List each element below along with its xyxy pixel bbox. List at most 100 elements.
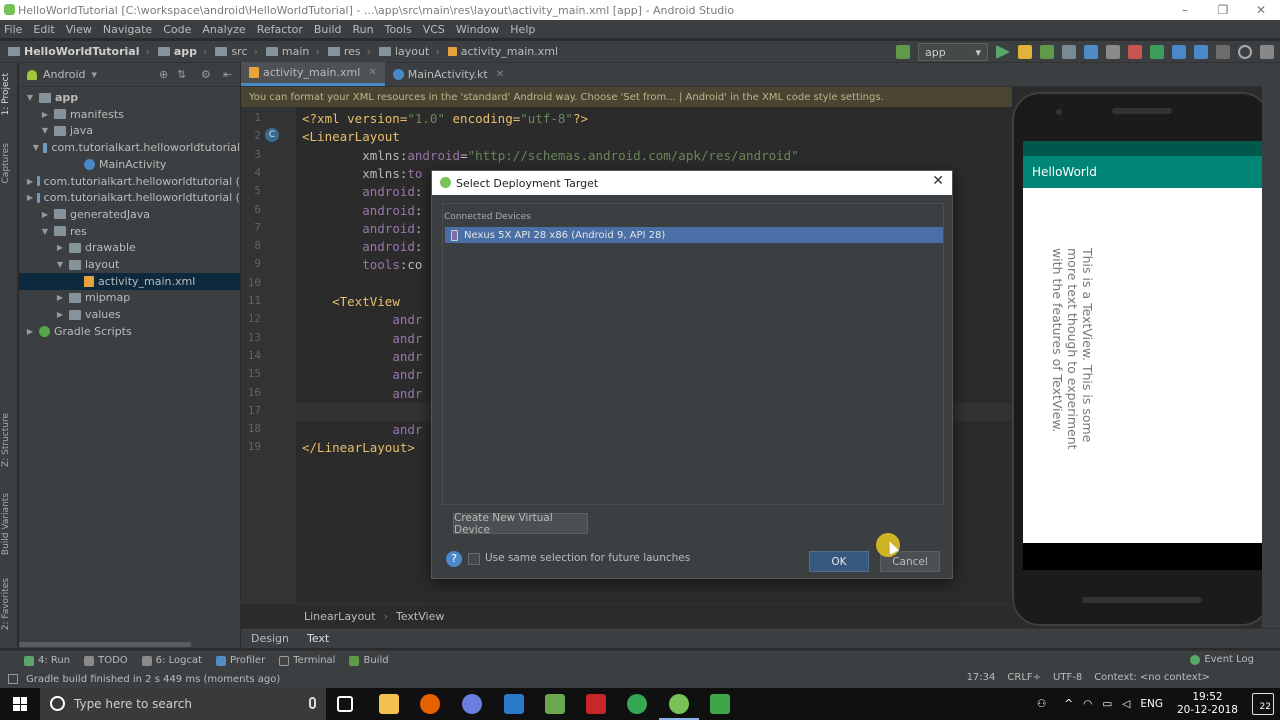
- apply-changes-icon[interactable]: [1018, 45, 1032, 59]
- code-line[interactable]: </LinearLayout>: [302, 440, 415, 455]
- status-message[interactable]: Gradle build finished in 2 s 449 ms (mom…: [26, 674, 280, 685]
- action-center-icon[interactable]: 22: [1252, 693, 1274, 715]
- tool-build[interactable]: Build: [349, 655, 389, 666]
- same-selection-label[interactable]: Use same selection for future launches: [485, 552, 690, 564]
- vscode-icon[interactable]: [504, 694, 524, 714]
- menu-tools[interactable]: Tools: [385, 23, 412, 36]
- code-line[interactable]: xmlns:to: [302, 166, 422, 181]
- expanded-arrow-icon[interactable]: ▼: [33, 143, 39, 152]
- taskbar-search[interactable]: Type here to search: [40, 688, 326, 720]
- profile-icon[interactable]: [1084, 45, 1098, 59]
- tree-item[interactable]: activity_main.xml: [19, 272, 240, 290]
- editor-app-icon[interactable]: [545, 694, 565, 714]
- menu-view[interactable]: View: [66, 23, 92, 36]
- file-encoding[interactable]: UTF-8: [1053, 672, 1082, 683]
- tree-item[interactable]: ▼ java: [19, 122, 240, 139]
- same-selection-checkbox[interactable]: [468, 553, 480, 565]
- expanded-arrow-icon[interactable]: ▼: [40, 227, 50, 236]
- tab-text[interactable]: Text: [307, 632, 329, 645]
- project-structure-icon[interactable]: [1216, 45, 1230, 59]
- code-line[interactable]: andr: [302, 367, 422, 382]
- tab-build-variants[interactable]: Build Variants: [1, 493, 17, 555]
- filezilla-icon[interactable]: [586, 694, 606, 714]
- expanded-arrow-icon[interactable]: ▼: [25, 93, 35, 102]
- tree-item[interactable]: ▼ layout: [19, 256, 240, 273]
- breadcrumb-res[interactable]: res ›: [327, 45, 371, 58]
- panel-toggle-icon[interactable]: [8, 674, 18, 684]
- run-icon[interactable]: [996, 45, 1010, 59]
- close-tab-icon[interactable]: ✕: [496, 69, 504, 80]
- context-indicator[interactable]: Context: <no context>: [1094, 672, 1210, 683]
- menu-window[interactable]: Window: [456, 23, 499, 36]
- code-line[interactable]: <TextView: [302, 294, 400, 309]
- tree-item[interactable]: ▼ res: [19, 223, 240, 240]
- expanded-arrow-icon[interactable]: ▼: [40, 126, 50, 135]
- line-separator[interactable]: CRLF÷: [1007, 672, 1041, 683]
- tab-project[interactable]: 1: Project: [1, 73, 17, 115]
- battery-icon[interactable]: ▭: [1102, 698, 1112, 710]
- tree-item[interactable]: ▶ com.tutorialkart.helloworldtutorial (: [19, 173, 240, 190]
- avd-manager-icon[interactable]: [1172, 45, 1186, 59]
- tab-structure[interactable]: Z: Structure: [1, 413, 17, 467]
- tree-item[interactable]: ▶ com.tutorialkart.helloworldtutorial (: [19, 189, 240, 206]
- run-configuration-select[interactable]: app ▾: [918, 43, 988, 61]
- code-line[interactable]: andr: [302, 312, 422, 327]
- collapsed-arrow-icon[interactable]: ▶: [55, 243, 65, 252]
- gear-icon[interactable]: ⚙: [201, 68, 211, 81]
- code-line[interactable]: andr: [302, 386, 422, 401]
- hide-panel-icon[interactable]: ⇤: [223, 68, 232, 81]
- close-icon[interactable]: ✕: [932, 173, 944, 189]
- minimize-button[interactable]: –: [1166, 0, 1204, 20]
- help-icon[interactable]: ?: [446, 551, 462, 567]
- task-view-icon[interactable]: [337, 696, 353, 712]
- breadcrumb-file[interactable]: activity_main.xml: [447, 45, 558, 58]
- tab-activity-main-xml[interactable]: activity_main.xml ✕: [241, 62, 385, 86]
- coverage-icon[interactable]: [1106, 45, 1120, 59]
- maximize-button[interactable]: ❐: [1204, 0, 1242, 20]
- tree-item[interactable]: ▼ com.tutorialkart.helloworldtutorial: [19, 139, 240, 156]
- tab-mainactivity-kt[interactable]: MainActivity.kt ✕: [385, 62, 512, 86]
- sync-scroll-icon[interactable]: ⊕: [159, 68, 168, 81]
- collapsed-arrow-icon[interactable]: ▶: [55, 310, 65, 319]
- tab-design[interactable]: Design: [251, 632, 289, 645]
- ok-button[interactable]: OK: [809, 551, 869, 572]
- menu-run[interactable]: Run: [353, 23, 374, 36]
- tab-captures[interactable]: Captures: [1, 143, 17, 183]
- android-studio-taskbar-icon[interactable]: [659, 694, 699, 720]
- code-line[interactable]: <LinearLayout: [302, 129, 400, 144]
- tree-item[interactable]: ▶ manifests: [19, 106, 240, 123]
- people-icon[interactable]: ⚇: [1037, 698, 1046, 710]
- code-line[interactable]: android:: [302, 184, 422, 199]
- language-indicator[interactable]: ENG: [1140, 698, 1163, 710]
- sync-gradle-icon[interactable]: [1150, 45, 1164, 59]
- menu-help[interactable]: Help: [510, 23, 535, 36]
- tool-terminal[interactable]: Terminal: [279, 655, 335, 666]
- tree-item[interactable]: ▼ app: [19, 89, 240, 106]
- device-row[interactable]: Nexus 5X API 28 x86 (Android 9, API 28): [445, 227, 943, 243]
- volume-icon[interactable]: ◁: [1122, 698, 1130, 710]
- menu-refactor[interactable]: Refactor: [257, 23, 303, 36]
- menu-navigate[interactable]: Navigate: [103, 23, 152, 36]
- sdk-manager-icon[interactable]: [1194, 45, 1208, 59]
- tool-run[interactable]: 4: Run: [24, 655, 70, 666]
- tree-item[interactable]: MainActivity: [19, 156, 240, 173]
- code-line[interactable]: android:: [302, 239, 422, 254]
- breadcrumb-project[interactable]: HelloWorldTutorial ›: [8, 45, 150, 58]
- project-view-select[interactable]: Android: [43, 68, 86, 81]
- menu-edit[interactable]: Edit: [33, 23, 54, 36]
- code-line[interactable]: android:: [302, 203, 422, 218]
- app-taskbar-icon[interactable]: [710, 694, 730, 714]
- crumb-linearlayout[interactable]: LinearLayout: [304, 610, 376, 623]
- microphone-icon[interactable]: [309, 697, 316, 709]
- tree-item[interactable]: ▶ drawable: [19, 239, 240, 256]
- menu-vcs[interactable]: VCS: [423, 23, 445, 36]
- code-line[interactable]: andr: [302, 422, 422, 437]
- code-line[interactable]: <?xml version="1.0" encoding="utf-8"?>: [302, 111, 588, 126]
- code-line[interactable]: andr: [302, 349, 422, 364]
- breadcrumb-layout[interactable]: layout ›: [379, 45, 440, 58]
- collapse-all-icon[interactable]: ⇅: [177, 68, 186, 81]
- collapsed-arrow-icon[interactable]: ▶: [40, 210, 50, 219]
- menu-build[interactable]: Build: [314, 23, 342, 36]
- collapsed-arrow-icon[interactable]: ▶: [27, 193, 33, 202]
- tree-item[interactable]: ▶ mipmap: [19, 289, 240, 306]
